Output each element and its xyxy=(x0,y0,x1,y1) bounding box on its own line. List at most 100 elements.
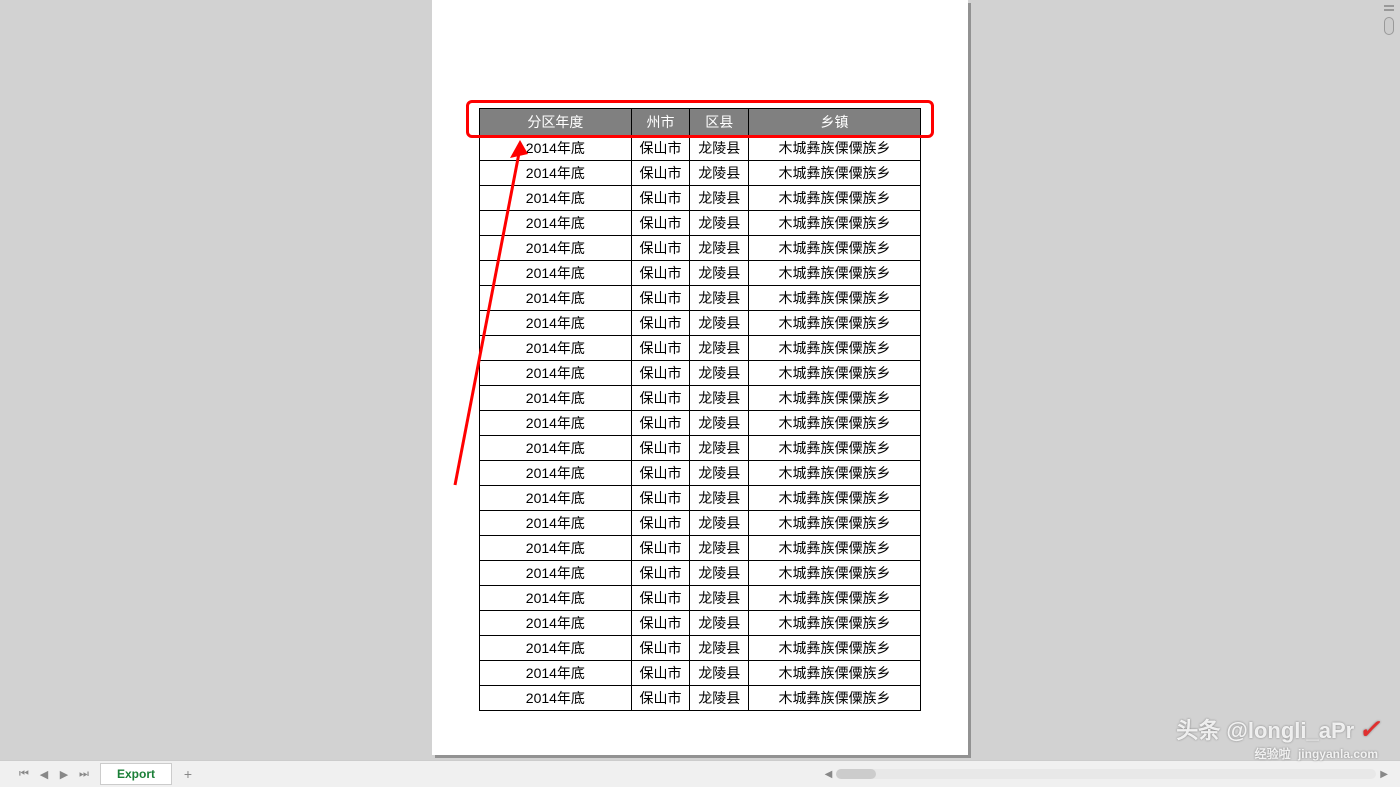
cell-county: 龙陵县 xyxy=(690,636,749,661)
document-viewport[interactable]: 分区年度 州市 区县 乡镇 2014年底保山市龙陵县木城彝族傈僳族乡2014年底… xyxy=(0,0,1400,760)
watermark-text: 头条 @longli_aPr xyxy=(1176,713,1354,745)
hscroll-track[interactable] xyxy=(836,769,1376,779)
cell-year: 2014年底 xyxy=(480,461,632,486)
hscroll-right-icon[interactable]: ▶ xyxy=(1380,769,1388,780)
cell-town: 木城彝族傈僳族乡 xyxy=(749,636,921,661)
table-row: 2014年底保山市龙陵县木城彝族傈僳族乡 xyxy=(480,136,921,161)
table-row: 2014年底保山市龙陵县木城彝族傈僳族乡 xyxy=(480,386,921,411)
cell-county: 龙陵县 xyxy=(690,311,749,336)
cell-city: 保山市 xyxy=(631,161,690,186)
cell-city: 保山市 xyxy=(631,461,690,486)
cell-county: 龙陵县 xyxy=(690,436,749,461)
cell-year: 2014年底 xyxy=(480,636,632,661)
table-row: 2014年底保山市龙陵县木城彝族傈僳族乡 xyxy=(480,686,921,711)
cell-county: 龙陵县 xyxy=(690,561,749,586)
sheet-tab-export[interactable]: Export xyxy=(100,763,172,785)
sheet-nav-group: ⏮ ◀ ▶ ⏭ xyxy=(0,764,94,784)
add-sheet-icon[interactable]: + xyxy=(178,764,198,784)
cell-county: 龙陵县 xyxy=(690,136,749,161)
cell-city: 保山市 xyxy=(631,236,690,261)
cell-year: 2014年底 xyxy=(480,661,632,686)
cell-city: 保山市 xyxy=(631,611,690,636)
table-row: 2014年底保山市龙陵县木城彝族傈僳族乡 xyxy=(480,361,921,386)
cell-town: 木城彝族傈僳族乡 xyxy=(749,161,921,186)
cell-city: 保山市 xyxy=(631,561,690,586)
cell-year: 2014年底 xyxy=(480,436,632,461)
cell-year: 2014年底 xyxy=(480,286,632,311)
cell-year: 2014年底 xyxy=(480,486,632,511)
cell-city: 保山市 xyxy=(631,411,690,436)
table-row: 2014年底保山市龙陵县木城彝族傈僳族乡 xyxy=(480,261,921,286)
cell-county: 龙陵县 xyxy=(690,661,749,686)
cell-city: 保山市 xyxy=(631,311,690,336)
cell-year: 2014年底 xyxy=(480,211,632,236)
cell-city: 保山市 xyxy=(631,211,690,236)
header-county: 区县 xyxy=(690,109,749,136)
cell-year: 2014年底 xyxy=(480,686,632,711)
scroll-mark xyxy=(1384,5,1394,7)
cell-county: 龙陵县 xyxy=(690,461,749,486)
cell-town: 木城彝族傈僳族乡 xyxy=(749,186,921,211)
cell-county: 龙陵县 xyxy=(690,161,749,186)
cell-city: 保山市 xyxy=(631,186,690,211)
cell-town: 木城彝族傈僳族乡 xyxy=(749,336,921,361)
cell-city: 保山市 xyxy=(631,686,690,711)
header-year: 分区年度 xyxy=(480,109,632,136)
cell-county: 龙陵县 xyxy=(690,611,749,636)
hscroll-thumb[interactable] xyxy=(836,769,876,779)
cell-county: 龙陵县 xyxy=(690,511,749,536)
cell-county: 龙陵县 xyxy=(690,411,749,436)
table-row: 2014年底保山市龙陵县木城彝族傈僳族乡 xyxy=(480,536,921,561)
scroll-thumb[interactable] xyxy=(1384,17,1394,35)
cell-year: 2014年底 xyxy=(480,361,632,386)
table-row: 2014年底保山市龙陵县木城彝族傈僳族乡 xyxy=(480,286,921,311)
data-table-wrapper: 分区年度 州市 区县 乡镇 2014年底保山市龙陵县木城彝族傈僳族乡2014年底… xyxy=(479,108,921,711)
cell-city: 保山市 xyxy=(631,136,690,161)
cell-town: 木城彝族傈僳族乡 xyxy=(749,536,921,561)
cell-county: 龙陵县 xyxy=(690,361,749,386)
cell-city: 保山市 xyxy=(631,436,690,461)
cell-county: 龙陵县 xyxy=(690,236,749,261)
bottom-bar: ⏮ ◀ ▶ ⏭ Export + ◀ ▶ xyxy=(0,760,1400,787)
cell-city: 保山市 xyxy=(631,361,690,386)
table-row: 2014年底保山市龙陵县木城彝族傈僳族乡 xyxy=(480,586,921,611)
table-row: 2014年底保山市龙陵县木城彝族傈僳族乡 xyxy=(480,336,921,361)
cell-year: 2014年底 xyxy=(480,586,632,611)
header-town: 乡镇 xyxy=(749,109,921,136)
cell-year: 2014年底 xyxy=(480,311,632,336)
data-table: 分区年度 州市 区县 乡镇 2014年底保山市龙陵县木城彝族傈僳族乡2014年底… xyxy=(479,108,921,711)
cell-town: 木城彝族傈僳族乡 xyxy=(749,511,921,536)
table-row: 2014年底保山市龙陵县木城彝族傈僳族乡 xyxy=(480,161,921,186)
cell-city: 保山市 xyxy=(631,636,690,661)
cell-town: 木城彝族傈僳族乡 xyxy=(749,686,921,711)
horizontal-scroll-area: ◀ ▶ xyxy=(825,769,1400,780)
table-row: 2014年底保山市龙陵县木城彝族傈僳族乡 xyxy=(480,236,921,261)
header-city: 州市 xyxy=(631,109,690,136)
cell-year: 2014年底 xyxy=(480,561,632,586)
vertical-scrollbar[interactable] xyxy=(1383,5,1395,65)
cell-county: 龙陵县 xyxy=(690,586,749,611)
cell-town: 木城彝族傈僳族乡 xyxy=(749,461,921,486)
cell-town: 木城彝族傈僳族乡 xyxy=(749,136,921,161)
table-header-row: 分区年度 州市 区县 乡镇 xyxy=(480,109,921,136)
cell-year: 2014年底 xyxy=(480,236,632,261)
table-row: 2014年底保山市龙陵县木城彝族傈僳族乡 xyxy=(480,611,921,636)
cell-city: 保山市 xyxy=(631,661,690,686)
cell-town: 木城彝族傈僳族乡 xyxy=(749,311,921,336)
scroll-mark xyxy=(1384,9,1394,11)
cell-year: 2014年底 xyxy=(480,261,632,286)
table-row: 2014年底保山市龙陵县木城彝族傈僳族乡 xyxy=(480,486,921,511)
nav-prev-icon[interactable]: ◀ xyxy=(34,764,54,784)
cell-county: 龙陵县 xyxy=(690,286,749,311)
nav-last-icon[interactable]: ⏭ xyxy=(74,764,94,784)
hscroll-left-icon[interactable]: ◀ xyxy=(825,769,833,780)
nav-next-icon[interactable]: ▶ xyxy=(54,764,74,784)
cell-year: 2014年底 xyxy=(480,536,632,561)
cell-year: 2014年底 xyxy=(480,336,632,361)
table-row: 2014年底保山市龙陵县木城彝族傈僳族乡 xyxy=(480,661,921,686)
cell-county: 龙陵县 xyxy=(690,386,749,411)
cell-city: 保山市 xyxy=(631,586,690,611)
watermark-site: 经验啦 jingyanla.com xyxy=(1255,745,1378,762)
cell-town: 木城彝族傈僳族乡 xyxy=(749,211,921,236)
nav-first-icon[interactable]: ⏮ xyxy=(14,764,34,784)
